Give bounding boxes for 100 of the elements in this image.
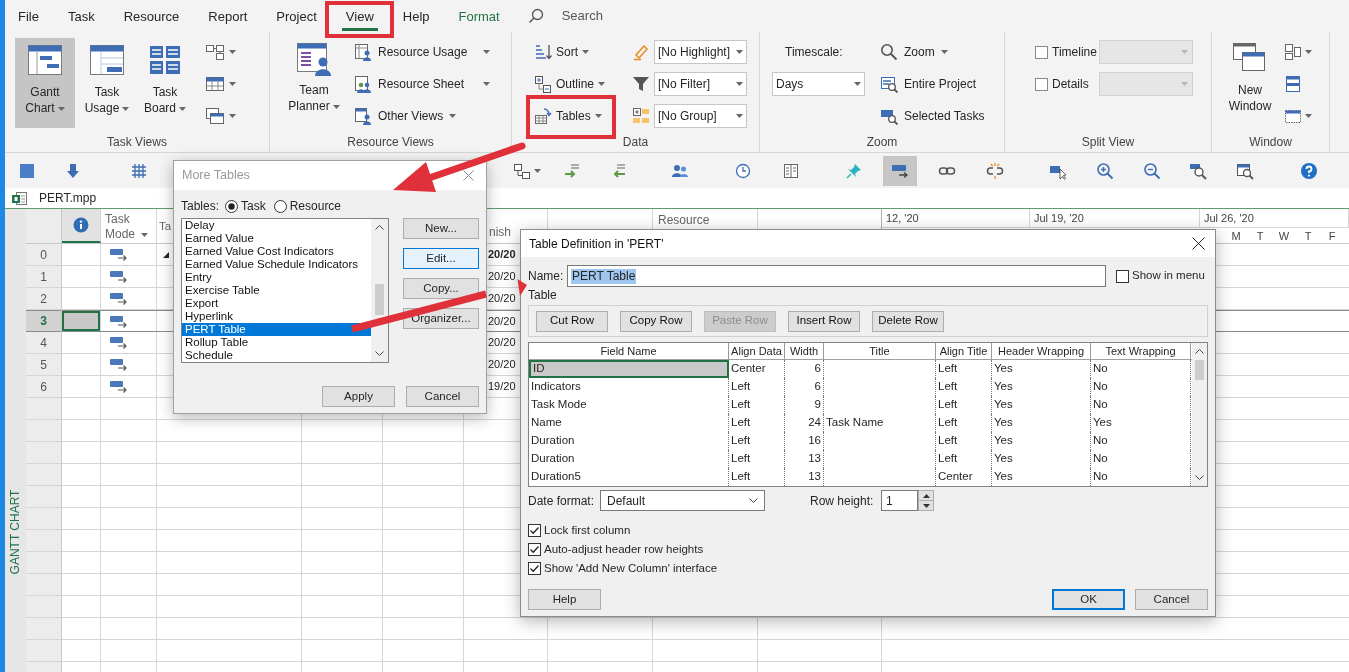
checkbox-label[interactable]: Show 'Add New Column' interface bbox=[544, 559, 718, 578]
list-item[interactable]: Export bbox=[182, 297, 371, 310]
dialog-button[interactable]: Cut Row bbox=[536, 310, 608, 332]
ribbon-button[interactable]: Tables bbox=[534, 100, 614, 132]
dropdown[interactable]: Days bbox=[772, 72, 865, 96]
table-cell[interactable]: No bbox=[1091, 396, 1191, 414]
name-field[interactable]: PERT Table bbox=[567, 265, 1106, 287]
table-cell[interactable]: 9 bbox=[785, 396, 824, 414]
ribbon-button[interactable]: Zoom bbox=[880, 36, 985, 68]
dialog-button[interactable]: OK bbox=[1052, 589, 1125, 610]
dropdown[interactable]: Default bbox=[600, 490, 765, 511]
table-cell[interactable]: Left bbox=[729, 414, 785, 432]
scrollbar-thumb[interactable] bbox=[375, 284, 384, 315]
table-cell[interactable]: Task Mode bbox=[529, 396, 729, 414]
table-cell[interactable]: Yes bbox=[992, 450, 1091, 468]
view-button[interactable]: Task Board bbox=[139, 38, 191, 128]
row-header[interactable]: 1 bbox=[26, 266, 61, 288]
dialog-button[interactable]: Cancel bbox=[1135, 589, 1208, 610]
table-cell[interactable]: Left bbox=[936, 432, 992, 450]
list-item[interactable]: Entry bbox=[182, 271, 371, 284]
row-header[interactable]: 3 bbox=[26, 310, 61, 332]
table-cell[interactable]: Left bbox=[936, 414, 992, 432]
ribbon-button[interactable]: Resource Sheet bbox=[354, 68, 494, 100]
ribbon-button[interactable]: Entire Project bbox=[880, 68, 985, 100]
menu-tab[interactable]: View bbox=[341, 5, 378, 31]
table-cell[interactable]: Name bbox=[529, 414, 729, 432]
list-item[interactable]: Delay bbox=[182, 219, 371, 232]
menu-tab[interactable]: Resource bbox=[119, 5, 184, 31]
menu-tab[interactable]: Report bbox=[204, 5, 252, 31]
toolbar-button[interactable] bbox=[883, 155, 917, 186]
table-cell[interactable]: 13 bbox=[785, 450, 824, 468]
table-cell[interactable]: Task Name bbox=[824, 414, 936, 432]
scrollbar[interactable] bbox=[1192, 343, 1207, 486]
radio-label[interactable]: Task bbox=[241, 197, 266, 215]
table-cell[interactable]: Left bbox=[729, 468, 785, 486]
list-item[interactable]: Earned Value Cost Indicators bbox=[182, 245, 371, 258]
menu-tab[interactable]: Project bbox=[272, 5, 321, 31]
checkbox[interactable] bbox=[528, 524, 541, 537]
table-cell[interactable]: Yes bbox=[992, 360, 1091, 378]
ribbon-button[interactable]: Outline bbox=[534, 68, 614, 100]
radio-label[interactable]: Resource bbox=[289, 197, 342, 215]
dialog-button[interactable]: Insert Row bbox=[788, 310, 860, 332]
table-cell[interactable]: Yes bbox=[992, 396, 1091, 414]
checkbox-label[interactable]: Auto-adjust header row heights bbox=[544, 540, 704, 559]
list-item[interactable]: PERT Table bbox=[182, 323, 371, 336]
dialog-button[interactable]: Edit... bbox=[403, 248, 479, 269]
table-cell[interactable]: Duration bbox=[529, 450, 729, 468]
table-cell[interactable]: 6 bbox=[785, 360, 824, 378]
table-cell[interactable]: No bbox=[1091, 432, 1191, 450]
table-cell[interactable]: ID bbox=[529, 360, 729, 378]
checkbox[interactable] bbox=[528, 562, 541, 575]
radio-button[interactable] bbox=[225, 199, 238, 213]
checkbox-label[interactable]: Lock first column bbox=[544, 521, 631, 540]
ribbon-button[interactable]: Sort bbox=[534, 36, 614, 68]
dialog-button[interactable]: Help bbox=[528, 589, 601, 610]
table-cell[interactable]: Left bbox=[936, 396, 992, 414]
ribbon-button[interactable]: Resource Usage bbox=[354, 36, 494, 68]
ribbon-button[interactable]: New Window bbox=[1224, 38, 1276, 128]
dialog-button[interactable]: Delete Row bbox=[872, 310, 944, 332]
list-item[interactable]: Schedule bbox=[182, 349, 371, 362]
table-cell[interactable]: No bbox=[1091, 378, 1191, 396]
column-header[interactable]: Resource bbox=[658, 213, 710, 227]
table-cell[interactable]: 24 bbox=[785, 414, 824, 432]
table-cell[interactable]: Duration bbox=[529, 432, 729, 450]
row-header[interactable]: 0 bbox=[26, 244, 61, 266]
table-cell[interactable]: Left bbox=[729, 396, 785, 414]
checkbox[interactable] bbox=[1116, 269, 1129, 283]
radio-button[interactable] bbox=[273, 199, 287, 213]
dialog-button[interactable]: Copy Row bbox=[620, 310, 692, 332]
table-cell[interactable]: 13 bbox=[785, 468, 824, 486]
dialog-button[interactable]: New... bbox=[403, 218, 479, 239]
table-cell[interactable]: Yes bbox=[992, 378, 1091, 396]
dialog-button[interactable]: Apply bbox=[322, 386, 395, 407]
ribbon-button[interactable]: Selected Tasks bbox=[880, 100, 985, 132]
list-item[interactable]: Hyperlink bbox=[182, 310, 371, 323]
table-cell[interactable]: Indicators bbox=[529, 378, 729, 396]
column-header[interactable]: Task Mode bbox=[101, 209, 157, 243]
view-button[interactable]: Task Usage bbox=[81, 38, 133, 128]
menu-tab[interactable]: File bbox=[14, 5, 43, 31]
list-item[interactable]: Earned Value bbox=[182, 232, 371, 245]
document-tab[interactable]: PERT.mpp bbox=[39, 189, 97, 207]
close-button[interactable] bbox=[1191, 236, 1206, 251]
menu-tab[interactable]: Task bbox=[63, 5, 99, 31]
table-cell[interactable]: Yes bbox=[992, 468, 1091, 486]
number-field[interactable]: 1 bbox=[881, 490, 918, 511]
table-cell[interactable]: Left bbox=[936, 450, 992, 468]
search-field[interactable]: Search bbox=[527, 6, 603, 26]
table-cell[interactable]: Left bbox=[936, 360, 992, 378]
row-header[interactable]: 6 bbox=[26, 376, 61, 398]
table-cell[interactable]: Duration5 bbox=[529, 468, 729, 486]
list-item[interactable]: Rollup Table bbox=[182, 336, 371, 349]
table-cell[interactable]: No bbox=[1091, 450, 1191, 468]
ribbon-button[interactable]: Other Views bbox=[354, 100, 494, 132]
view-button[interactable]: Team Planner bbox=[286, 38, 342, 128]
dialog-button[interactable]: Copy... bbox=[403, 278, 479, 299]
table-cell[interactable]: Yes bbox=[992, 432, 1091, 450]
checkbox[interactable] bbox=[528, 543, 541, 556]
selected-cell[interactable] bbox=[62, 311, 100, 331]
list-item[interactable]: Earned Value Schedule Indicators bbox=[182, 258, 371, 271]
table-cell[interactable]: Left bbox=[729, 450, 785, 468]
